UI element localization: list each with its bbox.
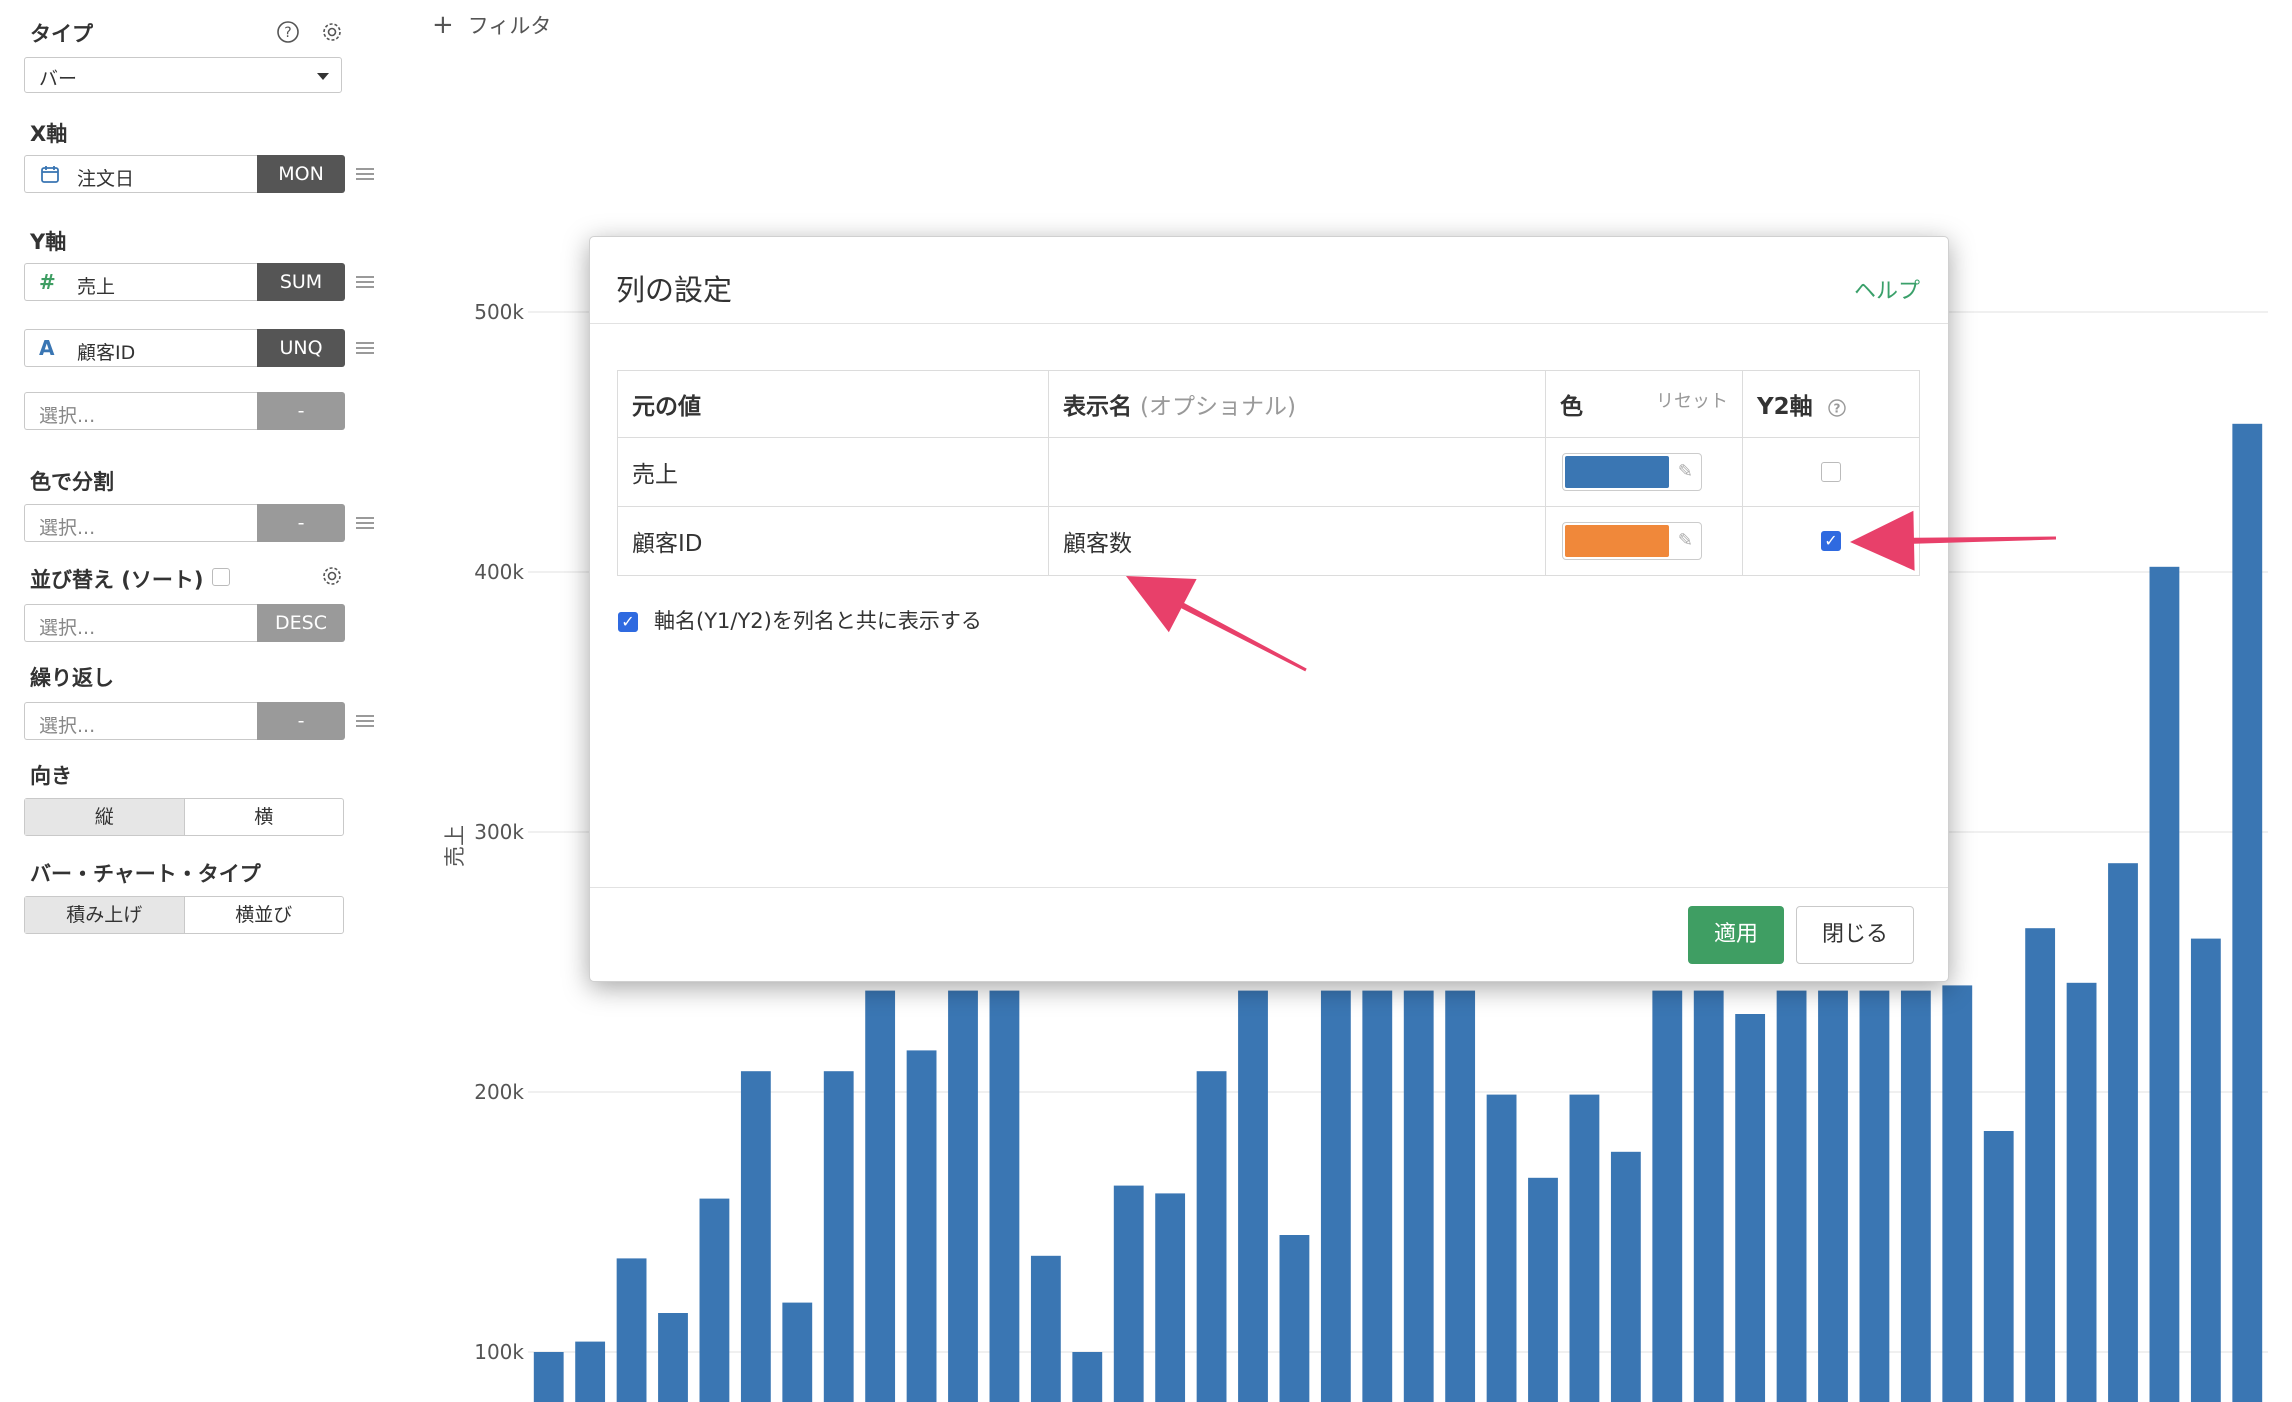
y-tick-label: 100k (474, 1340, 524, 1364)
y-tick-label: 300k (474, 820, 524, 844)
bar[interactable] (1859, 990, 1890, 1402)
color-swatch (1565, 525, 1669, 557)
bar[interactable] (2149, 566, 2180, 1402)
bar[interactable] (1196, 1071, 1227, 1402)
bar[interactable] (1486, 1094, 1517, 1402)
bar[interactable] (1818, 990, 1848, 1402)
bar[interactable] (782, 1302, 813, 1402)
apply-button[interactable]: 適用 (1688, 906, 1784, 964)
display-name-input[interactable]: 顧客数 (1048, 506, 1546, 576)
column-settings-dialog: 列の設定 ヘルプ 元の値 表示名 (オプショナル) 色 リセット Y2軸 ? 売上… (589, 236, 1949, 982)
bar[interactable] (575, 1341, 606, 1402)
y2-checkbox[interactable]: ✓ (1821, 531, 1841, 551)
color-picker[interactable]: ✎ (1562, 453, 1702, 491)
bar[interactable] (2232, 423, 2263, 1402)
bar[interactable] (1900, 990, 1931, 1402)
bar[interactable] (616, 1258, 647, 1402)
bar[interactable] (1155, 1193, 1186, 1402)
header-color-label: 色 (1560, 394, 1583, 420)
divider (590, 323, 1948, 324)
color-reset-link[interactable]: リセット (1656, 387, 1728, 413)
divider (590, 887, 1948, 888)
bar[interactable] (948, 990, 978, 1402)
bar[interactable] (2025, 928, 2056, 1402)
header-color: 色 リセット (1545, 370, 1743, 438)
header-display-hint: (オプショナル) (1140, 394, 1296, 420)
bar[interactable] (533, 1352, 564, 1402)
header-original-label: 元の値 (632, 394, 701, 420)
header-display-name: 表示名 (オプショナル) (1048, 370, 1546, 438)
help-link[interactable]: ヘルプ (1854, 273, 1920, 305)
table-row: 顧客ID 顧客数 ✎ ✓ (617, 506, 1920, 576)
bar[interactable] (658, 1313, 688, 1402)
bar[interactable] (1942, 985, 1973, 1402)
color-picker[interactable]: ✎ (1562, 522, 1702, 560)
y-tick-label: 200k (474, 1080, 524, 1104)
table-row: 売上 ✎ (617, 437, 1920, 507)
y-tick-label: 400k (474, 560, 524, 584)
header-original: 元の値 (617, 370, 1049, 438)
bar[interactable] (1320, 990, 1351, 1402)
y2-cell (1742, 437, 1920, 507)
bar[interactable] (1776, 990, 1807, 1402)
bar[interactable] (1610, 1151, 1641, 1402)
bar[interactable] (865, 990, 896, 1402)
original-value: 顧客ID (617, 506, 1049, 576)
bar[interactable] (1569, 1094, 1600, 1402)
bar[interactable] (1735, 1014, 1766, 1402)
color-cell: ✎ (1545, 506, 1743, 576)
y2-cell: ✓ (1742, 506, 1920, 576)
bar[interactable] (2190, 938, 2221, 1402)
header-y2-label: Y2軸 (1757, 394, 1813, 420)
bar[interactable] (699, 1198, 730, 1402)
bar[interactable] (1030, 1255, 1061, 1402)
show-axis-name-option[interactable]: ✓ 軸名(Y1/Y2)を列名と共に表示する (618, 605, 982, 635)
close-button[interactable]: 閉じる (1796, 906, 1914, 964)
color-cell: ✎ (1545, 437, 1743, 507)
bar[interactable] (1113, 1185, 1144, 1402)
original-value: 売上 (617, 437, 1049, 507)
help-icon[interactable]: ? (1827, 398, 1847, 418)
bar[interactable] (1983, 1131, 2014, 1402)
bar[interactable] (1238, 990, 1268, 1402)
table-header-row: 元の値 表示名 (オプショナル) 色 リセット Y2軸 ? (617, 370, 1920, 438)
bar[interactable] (2066, 982, 2097, 1402)
header-y2: Y2軸 ? (1742, 370, 1920, 438)
bar[interactable] (989, 990, 1020, 1402)
y-axis-title: 売上 (443, 825, 467, 867)
dialog-title: 列の設定 (616, 273, 733, 307)
eyedropper-icon: ✎ (1677, 530, 1693, 551)
y2-checkbox[interactable] (1821, 462, 1841, 482)
display-name-input[interactable] (1048, 437, 1546, 507)
show-axis-label: 軸名(Y1/Y2)を列名と共に表示する (654, 609, 982, 633)
eyedropper-icon: ✎ (1677, 461, 1693, 482)
show-axis-checkbox[interactable]: ✓ (618, 612, 638, 632)
svg-text:?: ? (1833, 401, 1840, 415)
bar[interactable] (823, 1071, 854, 1402)
color-swatch (1565, 456, 1669, 488)
bar[interactable] (1279, 1235, 1310, 1402)
bar[interactable] (740, 1071, 771, 1402)
column-settings-table: 元の値 表示名 (オプショナル) 色 リセット Y2軸 ? 売上 ✎ 顧客ID 顧… (617, 370, 1920, 576)
bar[interactable] (1072, 1352, 1103, 1402)
bar[interactable] (1528, 1177, 1558, 1402)
bar[interactable] (1403, 990, 1434, 1402)
bar[interactable] (1362, 990, 1393, 1402)
y-tick-label: 500k (474, 300, 524, 324)
header-display-label: 表示名 (1063, 394, 1132, 420)
bar[interactable] (1652, 990, 1683, 1402)
bar[interactable] (1445, 990, 1476, 1402)
bar[interactable] (906, 1050, 937, 1402)
bar[interactable] (1693, 990, 1724, 1402)
bar[interactable] (2108, 863, 2138, 1402)
